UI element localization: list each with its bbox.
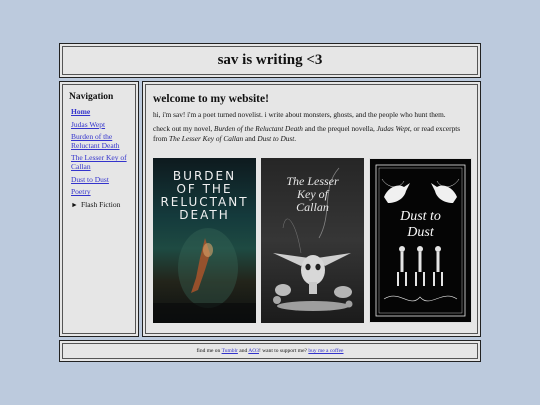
novel-text-part: check out my novel,	[153, 124, 214, 133]
book-title-judas: Judas Wept	[376, 124, 410, 133]
footer-text-part: and	[237, 348, 249, 354]
nav-link-burden[interactable]: Burden of the Reluctant Death	[71, 132, 120, 150]
novel-text-part: .	[294, 134, 297, 143]
novel-text: check out my novel, Burden of the Reluct…	[153, 124, 470, 144]
footer-text-part: ! want to support me?	[258, 348, 309, 354]
footer-text: find me on Tumblr and AO3! want to suppo…	[60, 341, 480, 361]
cover-title-line: Dust to	[400, 209, 441, 224]
site-title: sav is writing <3	[217, 52, 323, 68]
cover-burden-art	[153, 228, 256, 323]
nav-label-flash-fiction[interactable]: Flash Fiction	[81, 200, 120, 209]
navigation-panel: Navigation Home Judas Wept Burden of the…	[59, 81, 139, 337]
nav-heading: Navigation	[69, 92, 114, 102]
book-covers: BURDEN OF THE RELUCTANT DEATH The Lesser…	[153, 158, 472, 323]
book-title-lesser-key: The Lesser Key of Callan	[169, 134, 244, 143]
nav-item-judas-wept: Judas Wept	[71, 120, 135, 130]
buy-me-a-coffee-link[interactable]: buy me a coffee	[308, 348, 343, 354]
cover-title-line: Dust	[407, 225, 434, 240]
nav-item-poetry: Poetry	[71, 187, 135, 197]
site-footer: find me on Tumblr and AO3! want to suppo…	[59, 340, 481, 362]
site-header: sav is writing <3	[59, 43, 481, 78]
book-title-burden: Burden of the Reluctant Death	[214, 124, 303, 133]
novel-text-part: and	[243, 134, 258, 143]
intro-text: hi, i'm sav! i'm a poet turned novelist.…	[153, 110, 446, 119]
cover-lesser-key-title: The Lesser Key of Callan	[261, 175, 364, 214]
nav-link-judas-wept[interactable]: Judas Wept	[71, 120, 105, 129]
welcome-heading: welcome to my website!	[153, 93, 269, 105]
book-title-dust: Dust to Dust	[257, 134, 295, 143]
footer-text-part: find me on	[196, 348, 222, 354]
cover-dust-to-dust[interactable]: Dust to Dust	[369, 158, 472, 323]
nav-item-home: Home	[71, 107, 135, 117]
nav-list: Home Judas Wept Burden of the Reluctant …	[60, 107, 138, 210]
cover-dust-title: Dust to Dust	[370, 209, 471, 241]
nav-item-lesser-key: The Lesser Key of Callan	[71, 154, 135, 171]
nav-link-poetry[interactable]: Poetry	[71, 187, 91, 196]
ao3-link[interactable]: AO3	[248, 348, 259, 354]
nav-item-flash-fiction[interactable]: ► Flash Fiction	[71, 200, 135, 210]
nav-link-lesser-key[interactable]: The Lesser Key of Callan	[71, 153, 127, 171]
cover-title-line: Callan	[296, 200, 329, 214]
nav-link-dust-to-dust[interactable]: Dust to Dust	[71, 175, 109, 184]
nav-item-dust-to-dust: Dust to Dust	[71, 175, 135, 185]
novel-text-part: and the prequel novella,	[302, 124, 377, 133]
main-content: welcome to my website! hi, i'm sav! i'm …	[142, 81, 481, 337]
cover-burden-of-the-reluctant-death[interactable]: BURDEN OF THE RELUCTANT DEATH	[153, 158, 256, 323]
tumblr-link[interactable]: Tumblr	[222, 348, 238, 354]
nav-link-home[interactable]: Home	[71, 107, 90, 116]
nav-item-burden: Burden of the Reluctant Death	[71, 132, 135, 150]
expand-arrow-icon[interactable]: ►	[71, 201, 78, 209]
cover-the-lesser-key-of-callan[interactable]: The Lesser Key of Callan	[261, 158, 364, 323]
